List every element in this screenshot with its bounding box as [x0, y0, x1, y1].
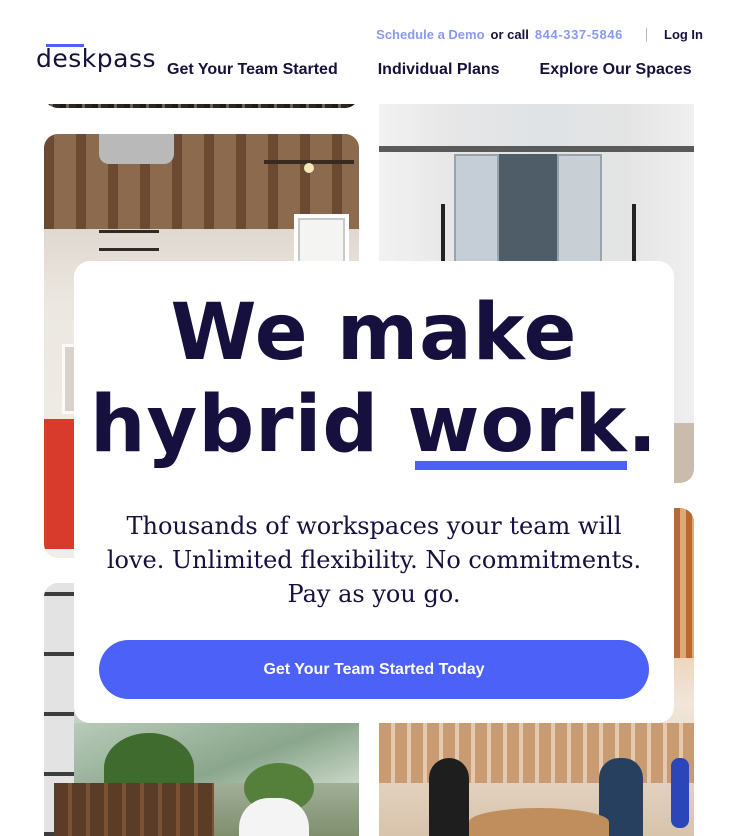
loft-duct	[99, 134, 174, 164]
logo-text: deskpass	[36, 44, 156, 73]
phone-link[interactable]: 844-337-5846	[535, 27, 623, 42]
lobby-person	[671, 758, 689, 828]
door-rail	[379, 146, 694, 152]
main-nav: Get Your Team Started Individual Plans E…	[167, 61, 692, 79]
lobby-slat-wall	[379, 723, 694, 783]
door-handle-right	[632, 204, 636, 264]
headline-period: .	[627, 380, 659, 470]
nav-item-get-team-started[interactable]: Get Your Team Started	[167, 61, 338, 79]
schedule-demo-link[interactable]: Schedule a Demo	[376, 27, 484, 42]
logo-accent-bar	[46, 44, 84, 47]
get-team-started-today-button[interactable]: Get Your Team Started Today	[99, 640, 649, 699]
headline-word-work-underlined: work	[407, 380, 628, 470]
header-divider	[646, 27, 647, 42]
or-call-text: or call	[490, 27, 529, 42]
deskpass-logo[interactable]: deskpass	[36, 44, 156, 73]
door-handle-left	[441, 204, 445, 264]
nav-item-explore-spaces[interactable]: Explore Our Spaces	[540, 61, 692, 79]
ceiling-fan	[264, 160, 354, 173]
plants-wooden-planter	[54, 783, 214, 836]
header-utility-bar: Schedule a Demo or call 844-337-5846 Log…	[376, 27, 703, 42]
site-header: deskpass Schedule a Demo or call 844-337…	[0, 0, 737, 104]
lobby-table	[469, 808, 609, 836]
hero-headline: We make hybrid work.	[74, 287, 674, 471]
headline-line-1: We make	[170, 288, 578, 378]
lobby-person	[429, 758, 469, 836]
headline-word-hybrid: hybrid	[89, 380, 380, 470]
login-link[interactable]: Log In	[664, 27, 703, 42]
nav-item-individual-plans[interactable]: Individual Plans	[378, 61, 500, 79]
headline-line-2: hybrid work.	[74, 379, 674, 471]
hero-subtext: Thousands of workspaces your team will l…	[106, 512, 642, 608]
hero-card: We make hybrid work. Thousands of worksp…	[74, 261, 674, 723]
